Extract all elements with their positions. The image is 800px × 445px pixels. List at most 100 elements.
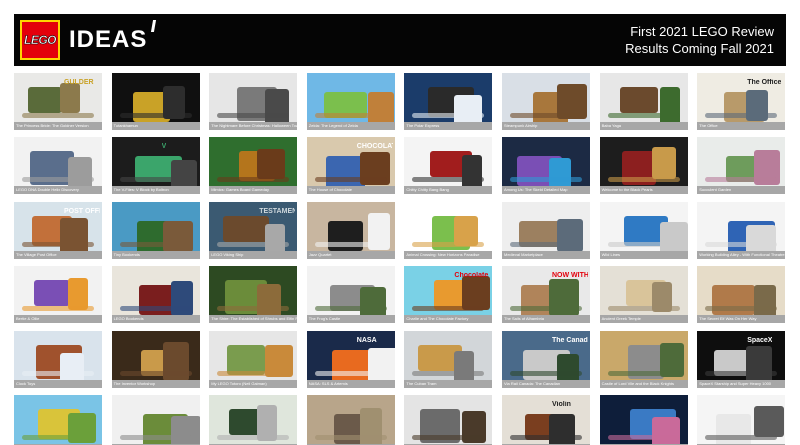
project-card[interactable]: Zelda: The Legend of Zelda <box>306 73 395 133</box>
project-caption[interactable]: My LEGO Totoro (Neil Gaiman) <box>209 379 298 388</box>
project-card[interactable]: Astronaut <box>697 395 786 445</box>
project-card[interactable]: The Nightmare Before Christmas: Hallowee… <box>209 73 298 133</box>
project-thumbnail[interactable] <box>14 330 102 380</box>
project-card[interactable]: The Cuban Tram <box>404 330 493 391</box>
project-caption[interactable]: Clock Toys <box>14 379 102 388</box>
project-card[interactable]: Castle Ruins <box>111 395 200 445</box>
project-thumbnail[interactable] <box>111 73 200 122</box>
project-card[interactable]: Chocolate Charlie and The Chocolate Facto… <box>404 266 493 326</box>
project-thumbnail[interactable] <box>697 201 786 251</box>
project-thumbnail[interactable] <box>599 395 688 444</box>
project-card[interactable]: Vintage Racing Car <box>209 395 298 445</box>
project-thumbnail[interactable] <box>502 73 590 122</box>
project-thumbnail[interactable] <box>14 395 102 444</box>
project-thumbnail[interactable] <box>306 73 395 122</box>
project-thumbnail[interactable] <box>14 266 102 316</box>
project-thumbnail[interactable] <box>209 395 298 444</box>
project-caption[interactable]: Tiny Bookends <box>111 250 200 259</box>
project-caption[interactable]: Chitty Chitty Bang Bang <box>404 186 493 195</box>
project-card[interactable]: Ancient Greek Temple <box>599 266 688 326</box>
project-thumbnail[interactable] <box>404 395 493 444</box>
lego-logo[interactable]: LEGO <box>20 20 60 60</box>
project-card[interactable]: Medieval Marketplace <box>502 201 590 262</box>
project-thumbnail[interactable]: Violin <box>502 395 590 444</box>
project-card[interactable]: Haunted Chapel <box>404 395 493 445</box>
project-caption[interactable]: LEGO DNA Double Helix Discovery <box>14 186 102 195</box>
project-caption[interactable]: Ancient Greek Temple <box>599 315 688 324</box>
project-card[interactable]: The Polar Express <box>404 73 493 133</box>
project-thumbnail[interactable] <box>209 73 298 122</box>
project-caption[interactable]: LEGO Bookends <box>111 315 200 324</box>
project-thumbnail[interactable]: TESTAMENT <box>209 201 298 251</box>
project-card[interactable]: SpaceX SpaceX Starship and Super Heavy 10… <box>697 330 786 391</box>
project-caption[interactable]: The House of Chocolate <box>306 186 395 195</box>
project-thumbnail[interactable]: NASA <box>306 330 395 380</box>
project-thumbnail[interactable] <box>697 395 786 444</box>
project-thumbnail[interactable] <box>502 201 590 251</box>
project-thumbnail[interactable]: GULDER <box>14 73 102 122</box>
project-card[interactable]: Clock Toys <box>14 330 102 391</box>
project-caption[interactable]: The Frog's Castle <box>306 315 395 324</box>
project-card[interactable]: Aquarium Jars <box>599 395 688 445</box>
project-thumbnail[interactable] <box>599 330 688 380</box>
project-card[interactable]: My LEGO Totoro (Neil Gaiman) <box>209 330 298 391</box>
project-thumbnail[interactable] <box>306 266 395 316</box>
project-caption[interactable]: LEGO Viking Ship <box>209 250 298 259</box>
project-thumbnail[interactable] <box>111 395 200 444</box>
project-thumbnail[interactable] <box>111 330 200 380</box>
project-thumbnail[interactable] <box>111 201 200 251</box>
project-thumbnail[interactable] <box>599 266 688 316</box>
project-thumbnail[interactable] <box>404 137 493 187</box>
project-thumbnail[interactable]: Chocolate <box>404 266 493 316</box>
project-thumbnail[interactable] <box>209 330 298 380</box>
project-card[interactable]: Mimics: Games Board Gameday <box>209 137 298 197</box>
project-thumbnail[interactable] <box>697 137 786 187</box>
project-thumbnail[interactable] <box>404 330 493 380</box>
project-card[interactable]: Bertie & Ollie <box>14 266 102 326</box>
project-thumbnail[interactable]: The Office <box>697 73 786 122</box>
project-caption[interactable]: Medieval Marketplace <box>502 250 590 259</box>
project-thumbnail[interactable] <box>404 73 493 122</box>
project-card[interactable]: Castle of Lord Vile and the Black Knight… <box>599 330 688 391</box>
project-caption[interactable]: The Cuban Tram <box>404 379 493 388</box>
project-caption[interactable]: The Village Post Office <box>14 250 102 259</box>
project-card[interactable]: Welcome to the Black Pearls <box>599 137 688 197</box>
project-caption[interactable]: Baba Yaga <box>599 122 688 130</box>
project-thumbnail[interactable] <box>599 201 688 251</box>
project-card[interactable]: Toy Shop <box>306 395 395 445</box>
project-caption[interactable]: Tutankhamun <box>111 122 200 130</box>
project-card[interactable]: NOW WITH The Sails of Alhambria <box>502 266 590 326</box>
project-caption[interactable]: Zelda: The Legend of Zelda <box>306 122 395 130</box>
project-thumbnail[interactable] <box>502 137 590 187</box>
project-caption[interactable]: The Secret Elf Was On Her Way <box>697 315 786 324</box>
project-card[interactable]: Jazz Quartet <box>306 201 395 262</box>
project-caption[interactable]: SpaceX Starship and Super Heavy 1000 <box>697 379 786 388</box>
project-caption[interactable]: Welcome to the Black Pearls <box>599 186 688 195</box>
project-thumbnail[interactable] <box>306 395 395 444</box>
project-thumbnail[interactable]: CHOCOLATE <box>306 137 395 187</box>
project-card[interactable]: V The V-Files: V Block by Boltron <box>111 137 200 197</box>
project-card[interactable]: Steampunk Airship <box>502 73 590 133</box>
project-thumbnail[interactable] <box>14 137 102 187</box>
project-card[interactable]: Among Us: The Skeld Detailed Map <box>502 137 590 197</box>
project-caption[interactable]: Bertie & Ollie <box>14 315 102 324</box>
project-thumbnail[interactable]: NOW WITH <box>502 266 590 316</box>
project-card[interactable]: The Simpsons House <box>14 395 102 445</box>
project-caption[interactable]: Succulent Garden <box>697 186 786 195</box>
project-thumbnail[interactable] <box>599 137 688 187</box>
project-card[interactable]: Chitty Chitty Bang Bang <box>404 137 493 197</box>
project-thumbnail[interactable]: SpaceX <box>697 330 786 380</box>
project-card[interactable]: Working Building Alley - With Functional… <box>697 201 786 262</box>
project-thumbnail[interactable] <box>697 266 786 316</box>
project-card[interactable]: ViolinViolin <box>502 395 590 445</box>
project-card[interactable]: TESTAMENT LEGO Viking Ship <box>209 201 298 262</box>
project-card[interactable]: The Frog's Castle <box>306 266 395 326</box>
project-thumbnail[interactable] <box>599 73 688 122</box>
project-caption[interactable]: The V-Files: V Block by Boltron <box>111 186 200 195</box>
project-card[interactable]: The Shire: The Established of Shrubs and… <box>209 266 298 326</box>
project-caption[interactable]: The Office <box>697 122 786 130</box>
project-card[interactable]: LEGO Bookends <box>111 266 200 326</box>
project-card[interactable]: Tiny Bookends <box>111 201 200 262</box>
project-card[interactable]: GULDER The Princess Bride: The Goldner Ve… <box>14 73 102 133</box>
project-caption[interactable]: NASA: SLS & Artemis <box>306 379 395 388</box>
